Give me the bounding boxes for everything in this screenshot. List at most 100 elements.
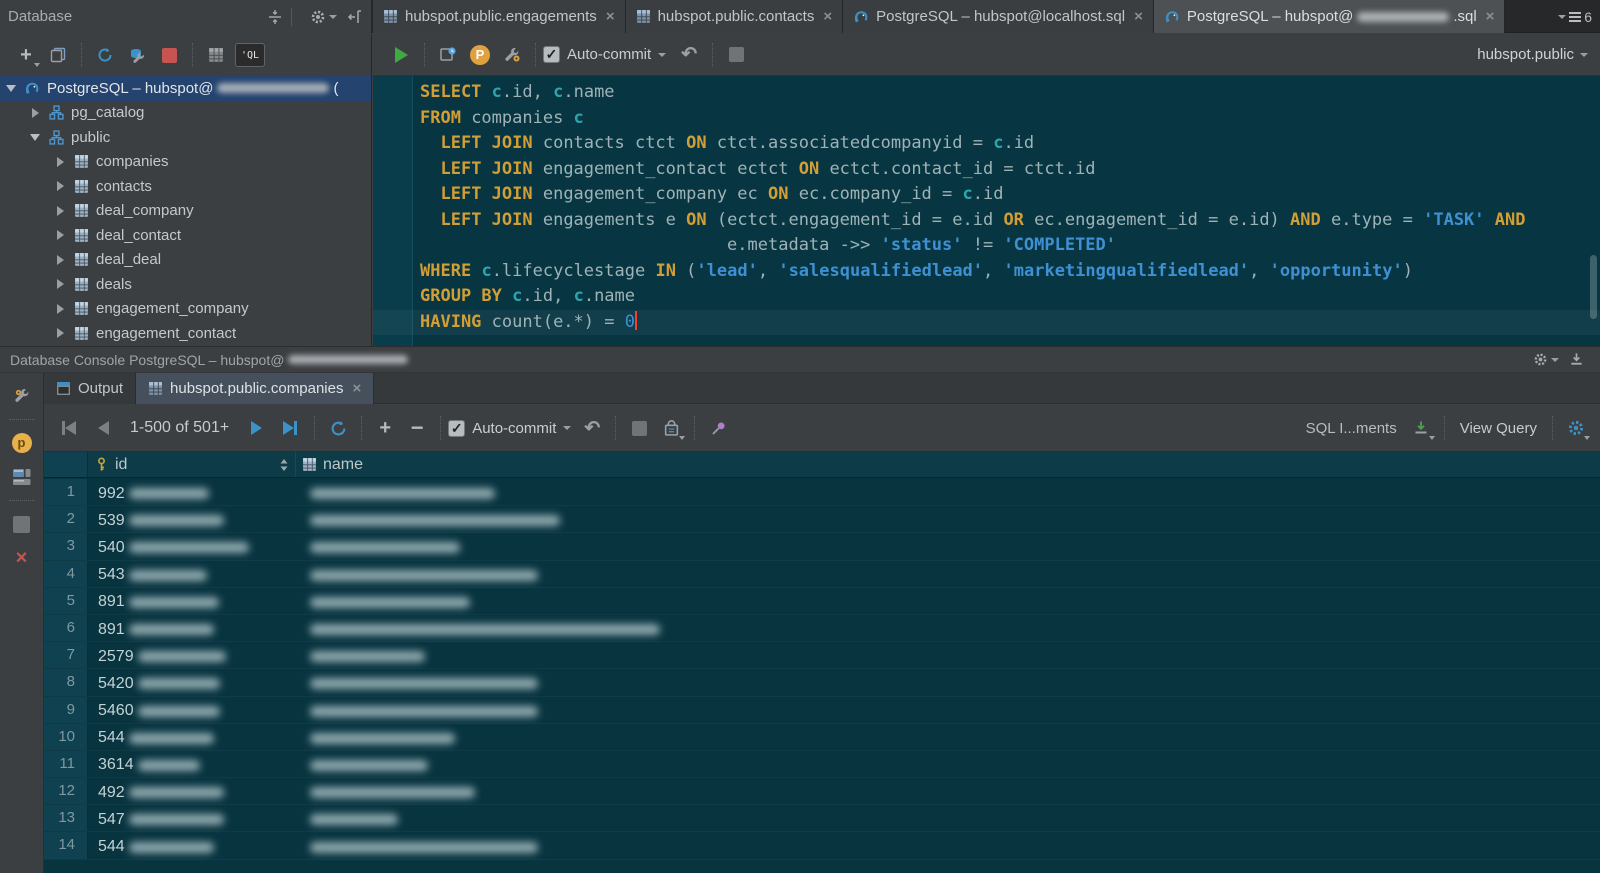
cell-name[interactable] bbox=[296, 778, 1600, 804]
console-tab[interactable]: hubspot.public.companies× bbox=[136, 373, 374, 404]
column-header-name[interactable]: name bbox=[296, 452, 1600, 477]
editor-tab[interactable]: hubspot.public.engagements× bbox=[373, 0, 626, 33]
collapsed-arrow-icon[interactable] bbox=[55, 304, 65, 314]
table-row[interactable]: 10544 bbox=[44, 724, 1600, 751]
settings-wrench-icon[interactable] bbox=[9, 383, 35, 409]
cell-id[interactable]: 544 bbox=[88, 724, 296, 750]
cell-id[interactable]: 992 bbox=[88, 479, 296, 505]
table-row[interactable]: 2539 bbox=[44, 506, 1600, 533]
table-row[interactable]: 1992 bbox=[44, 479, 1600, 506]
close-icon[interactable]: × bbox=[1134, 8, 1143, 25]
table-row[interactable]: 4543 bbox=[44, 561, 1600, 588]
cell-id[interactable]: 540 bbox=[88, 533, 296, 559]
result-settings-gear-icon[interactable] bbox=[1563, 415, 1589, 441]
collapsed-arrow-icon[interactable] bbox=[55, 157, 65, 167]
table-row[interactable]: 72579 bbox=[44, 642, 1600, 669]
close-icon[interactable]: × bbox=[606, 8, 615, 25]
chevron-down-icon[interactable] bbox=[563, 426, 571, 430]
duplicate-icon[interactable] bbox=[45, 42, 71, 68]
collapsed-arrow-icon[interactable] bbox=[30, 108, 40, 118]
export-data-icon[interactable] bbox=[1408, 415, 1434, 441]
next-page-icon[interactable] bbox=[243, 415, 269, 441]
cell-name[interactable] bbox=[296, 805, 1600, 831]
cell-name[interactable] bbox=[296, 642, 1600, 668]
table-row[interactable]: 95460 bbox=[44, 697, 1600, 724]
tree-item-contacts[interactable]: contacts bbox=[0, 174, 371, 199]
cell-id[interactable]: 547 bbox=[88, 805, 296, 831]
tree-item-datasource[interactable]: PostgreSQL – hubspot@ ( bbox=[0, 76, 371, 101]
sort-icon[interactable] bbox=[279, 458, 289, 472]
view-query-button[interactable]: View Query bbox=[1460, 420, 1537, 437]
table-row[interactable]: 12492 bbox=[44, 778, 1600, 805]
cell-id[interactable]: 5420 bbox=[88, 669, 296, 695]
last-page-icon[interactable] bbox=[277, 415, 303, 441]
editor-tab[interactable]: PostgreSQL – hubspot@.sql× bbox=[1154, 0, 1506, 33]
tree-item-engagement_contact[interactable]: engagement_contact bbox=[0, 321, 371, 346]
refresh-icon[interactable] bbox=[92, 42, 118, 68]
console-tab[interactable]: Output bbox=[44, 373, 136, 404]
collapsed-arrow-icon[interactable] bbox=[55, 255, 65, 265]
cell-name[interactable] bbox=[296, 615, 1600, 641]
restore-layout-icon[interactable] bbox=[9, 464, 35, 490]
jump-to-console-icon[interactable]: 'QL bbox=[235, 43, 265, 67]
cell-name[interactable] bbox=[296, 479, 1600, 505]
cell-name[interactable] bbox=[296, 561, 1600, 587]
rollback-icon[interactable]: ↶ bbox=[676, 42, 702, 68]
download-icon[interactable] bbox=[1569, 352, 1584, 367]
pin-icon[interactable] bbox=[705, 415, 731, 441]
collapsed-arrow-icon[interactable] bbox=[55, 206, 65, 216]
cell-id[interactable]: 2579 bbox=[88, 642, 296, 668]
editor-tab[interactable]: hubspot.public.contacts× bbox=[626, 0, 844, 33]
editor-tab[interactable]: PostgreSQL – hubspot@localhost.sql× bbox=[843, 0, 1154, 33]
close-icon[interactable]: × bbox=[9, 545, 35, 571]
rollback-icon[interactable]: ↶ bbox=[579, 415, 605, 441]
table-row[interactable]: 85420 bbox=[44, 669, 1600, 696]
cell-id[interactable]: 5460 bbox=[88, 697, 296, 723]
add-row-button[interactable]: + bbox=[372, 415, 398, 441]
auto-commit-checkbox[interactable]: ✓ bbox=[543, 46, 560, 63]
cell-name[interactable] bbox=[296, 669, 1600, 695]
cell-name[interactable] bbox=[296, 724, 1600, 750]
close-icon[interactable]: × bbox=[1486, 8, 1495, 25]
diagnostic-wrench-icon[interactable] bbox=[124, 42, 150, 68]
collapsed-arrow-icon[interactable] bbox=[55, 230, 65, 240]
cell-name[interactable] bbox=[296, 506, 1600, 532]
tree-item-deal_contact[interactable]: deal_contact bbox=[0, 223, 371, 248]
delete-row-button[interactable]: − bbox=[404, 415, 430, 441]
add-button[interactable]: + bbox=[13, 42, 39, 68]
execution-plan-icon[interactable] bbox=[435, 42, 461, 68]
cell-name[interactable] bbox=[296, 751, 1600, 777]
cell-name[interactable] bbox=[296, 588, 1600, 614]
run-button[interactable] bbox=[388, 42, 414, 68]
cell-name[interactable] bbox=[296, 533, 1600, 559]
tree-item-deal_deal[interactable]: deal_deal bbox=[0, 248, 371, 273]
table-row[interactable]: 13547 bbox=[44, 805, 1600, 832]
cell-id[interactable]: 492 bbox=[88, 778, 296, 804]
collapsed-arrow-icon[interactable] bbox=[55, 279, 65, 289]
stop-icon[interactable] bbox=[156, 42, 182, 68]
chevron-down-icon[interactable] bbox=[658, 53, 666, 57]
tree-item-companies[interactable]: companies bbox=[0, 150, 371, 175]
close-icon[interactable]: × bbox=[352, 380, 361, 397]
table-row[interactable]: 113614 bbox=[44, 751, 1600, 778]
data-extractor-label[interactable]: SQL I...ments bbox=[1306, 420, 1397, 437]
gear-icon[interactable] bbox=[310, 9, 337, 25]
sql-editor[interactable]: SELECT c.id, c.nameFROM companies c LEFT… bbox=[373, 76, 1600, 346]
tree-item-deals[interactable]: deals bbox=[0, 272, 371, 297]
column-header-id[interactable]: id bbox=[88, 452, 296, 477]
properties-icon[interactable]: p bbox=[9, 430, 35, 456]
cell-id[interactable]: 543 bbox=[88, 561, 296, 587]
tree-item-engagement_company[interactable]: engagement_company bbox=[0, 297, 371, 322]
collapsed-arrow-icon[interactable] bbox=[55, 181, 65, 191]
editor-scrollbar[interactable] bbox=[1590, 255, 1597, 319]
cell-name[interactable] bbox=[296, 697, 1600, 723]
cell-id[interactable]: 544 bbox=[88, 832, 296, 858]
settings-wrench-icon[interactable] bbox=[499, 42, 525, 68]
reload-page-icon[interactable] bbox=[325, 415, 351, 441]
hide-panel-icon[interactable] bbox=[347, 9, 363, 25]
tree-item-pg_catalog[interactable]: pg_catalog bbox=[0, 101, 371, 126]
results-table[interactable]: id name 19922539354045435891689172579854… bbox=[44, 452, 1600, 873]
explain-plan-icon[interactable]: P bbox=[467, 42, 493, 68]
hidden-tabs-widget[interactable]: 6 bbox=[1555, 0, 1592, 33]
resize-divider-icon[interactable] bbox=[267, 9, 283, 25]
